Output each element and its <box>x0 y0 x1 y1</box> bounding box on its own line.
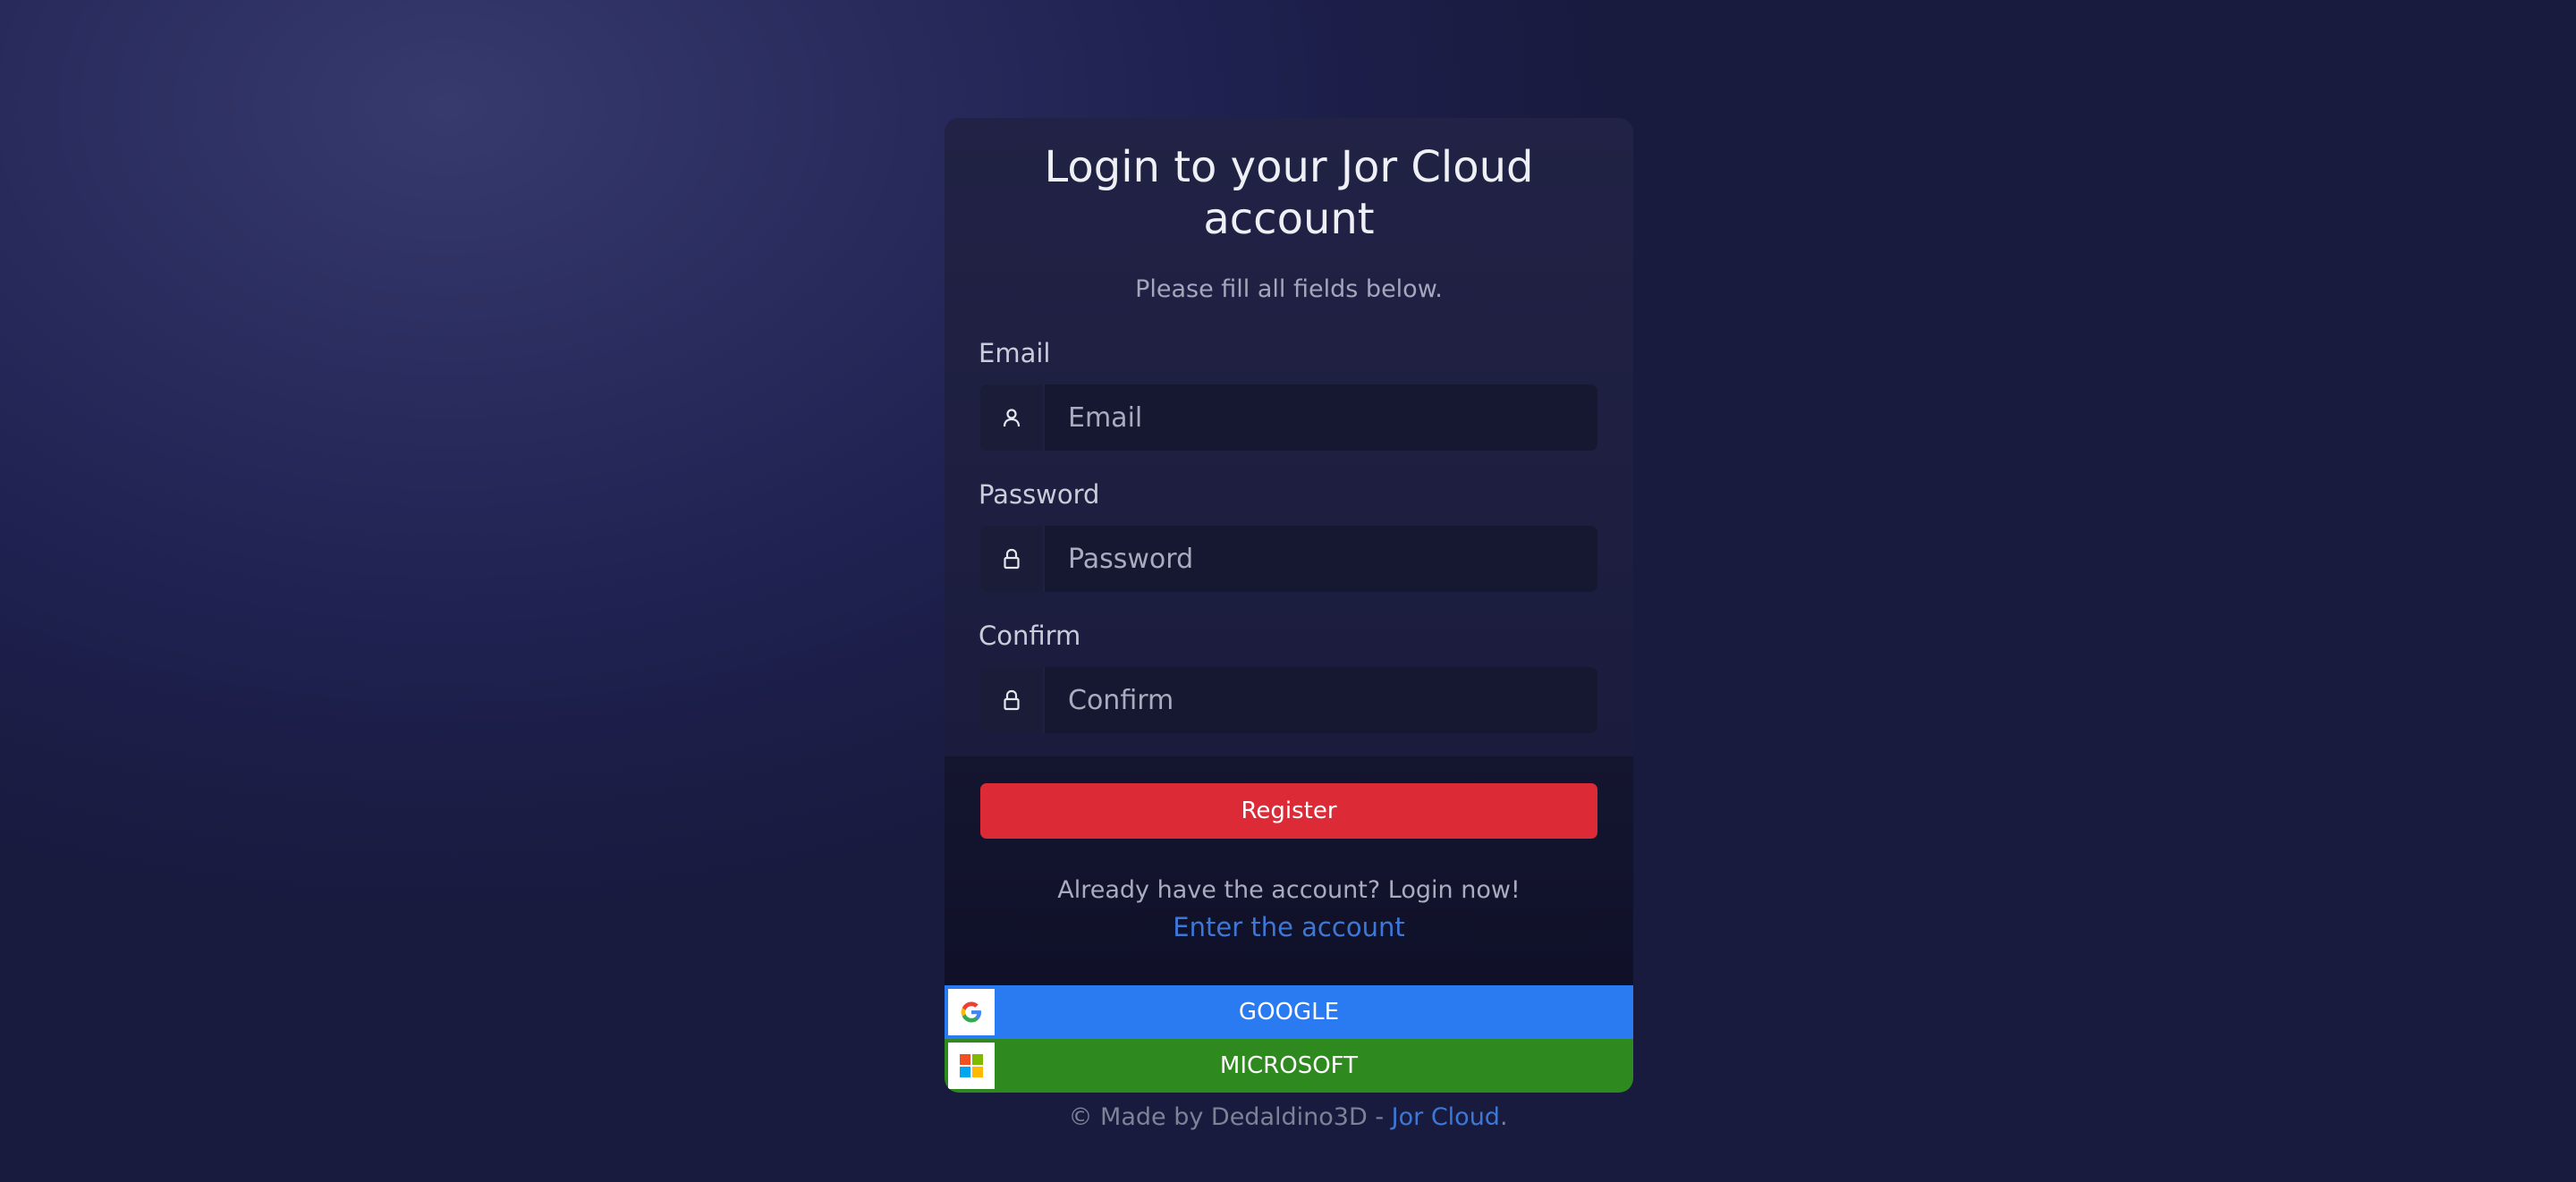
microsoft-button-label: MICROSOFT <box>1219 1052 1359 1079</box>
already-have-account-text: Already have the account? Login now! <box>1057 876 1521 904</box>
confirm-input-group <box>980 667 1597 733</box>
page-title: Login to your Jor Cloud account <box>1044 142 1534 244</box>
google-button-label: GOOGLE <box>1238 999 1340 1026</box>
page-subtitle: Please fill all fields below. <box>1135 275 1443 303</box>
password-input[interactable] <box>1045 526 1597 592</box>
password-input-group <box>980 526 1597 592</box>
password-label: Password <box>979 479 1100 510</box>
footer-link[interactable]: Jor Cloud <box>1392 1103 1500 1131</box>
email-input-group <box>980 384 1597 451</box>
footer-suffix: . <box>1499 1103 1508 1131</box>
microsoft-login-button[interactable]: MICROSOFT <box>945 1039 1633 1093</box>
register-button[interactable]: Register <box>980 783 1597 839</box>
register-card: Login to your Jor Cloud account Please f… <box>945 118 1633 1093</box>
user-icon <box>980 384 1045 451</box>
footer: © Made by Dedaldino3D - Jor Cloud. <box>0 1103 2576 1131</box>
email-input[interactable] <box>1045 384 1597 451</box>
google-logo-icon <box>948 989 995 1035</box>
microsoft-logo-icon <box>948 1043 995 1089</box>
email-label: Email <box>979 338 1051 368</box>
footer-text: © Made by Dedaldino3D - <box>1068 1103 1392 1131</box>
confirm-label: Confirm <box>979 621 1081 651</box>
lock-icon <box>980 667 1045 733</box>
enter-account-link[interactable]: Enter the account <box>945 912 1633 942</box>
confirm-password-input[interactable] <box>1045 667 1597 733</box>
lock-icon <box>980 526 1045 592</box>
google-login-button[interactable]: GOOGLE <box>945 985 1633 1039</box>
